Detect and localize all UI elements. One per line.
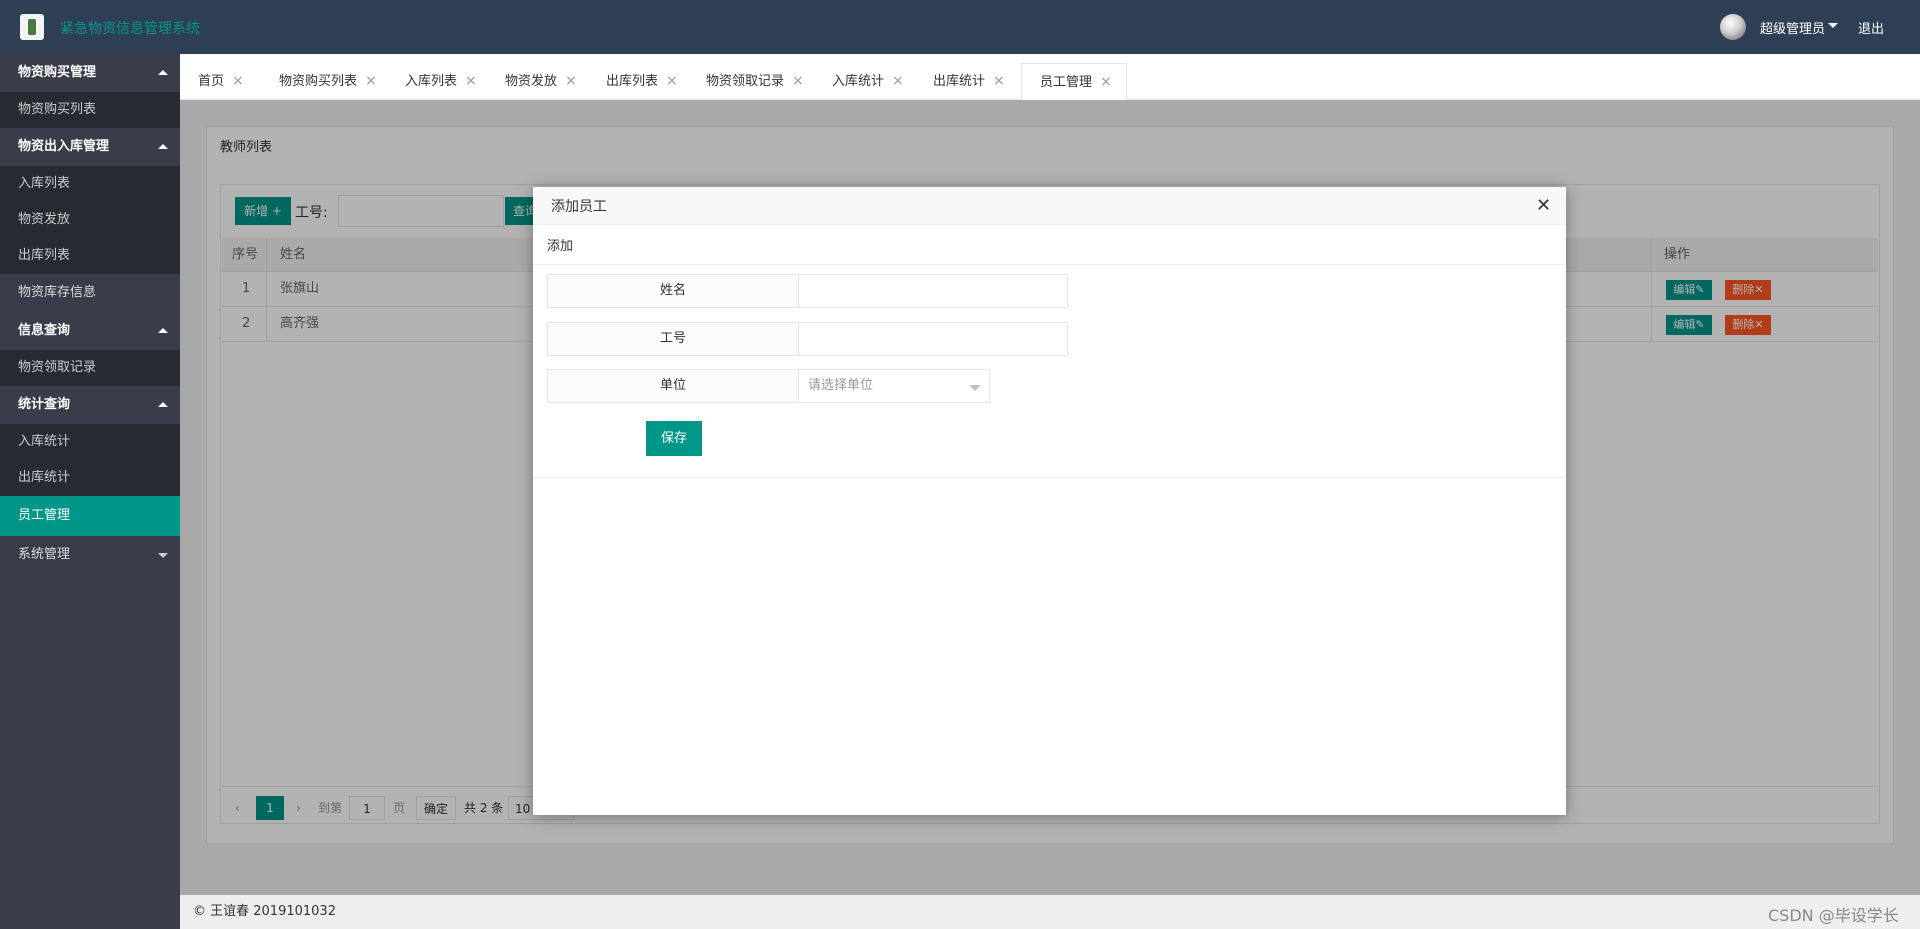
sidebar-item-distribution[interactable]: 物资发放 [0,202,180,238]
name-field[interactable] [798,274,1068,308]
tab-receive-records[interactable]: 物资领取记录 × [688,63,804,100]
tab-stock-in-list[interactable]: 入库列表 × [387,63,477,100]
user-menu-name[interactable]: 超级管理员 [1760,18,1825,37]
tab-staff[interactable]: 员工管理 × [1021,63,1127,100]
close-icon[interactable]: × [465,73,477,89]
logout-link[interactable]: 退出 [1858,18,1884,37]
name-label: 姓名 [547,274,799,308]
sidebar-item-stock-out-list[interactable]: 出库列表 [0,238,180,274]
sidebar-submenu: 入库列表 物资发放 出库列表 [0,166,180,274]
tab-stock-out-stats[interactable]: 出库统计 × [915,63,1005,100]
app-logo [20,14,44,40]
watermark: CSDN @毕设学长 [1768,906,1899,925]
sidebar-group-label: 物资库存信息 [18,285,97,300]
close-icon[interactable]: × [365,73,377,89]
tab-home[interactable]: 首页 × [180,63,244,100]
sidebar-group-statistics[interactable]: 统计查询 [0,386,180,424]
close-icon[interactable]: × [1100,74,1112,90]
tab-distribution[interactable]: 物资发放 × [487,63,577,100]
sidebar-group-system[interactable]: 系统管理 [0,536,180,574]
save-button[interactable]: 保存 [646,421,702,456]
sidebar-item-stock-in-stats[interactable]: 入库统计 [0,424,180,460]
footer [180,895,1920,929]
sidebar-group-label: 物资购买管理 [18,65,97,80]
sidebar-item-stock-in-list[interactable]: 入库列表 [0,166,180,202]
divider [533,477,1566,478]
sidebar-group-purchase[interactable]: 物资购买管理 [0,54,180,92]
sidebar-submenu: 入库统计 出库统计 [0,424,180,496]
staff-id-label: 工号 [547,322,799,356]
modal-subtitle: 添加 [547,239,574,254]
close-icon[interactable]: × [565,73,577,89]
tab-purchase-list[interactable]: 物资购买列表 × [261,63,377,100]
top-header: 紧急物资信息管理系统 超级管理员 退出 [0,0,1920,54]
tab-label: 出库统计 [933,74,986,89]
tab-label: 物资购买列表 [279,74,358,89]
tab-label: 入库列表 [405,74,458,89]
add-staff-modal: 添加员工 ✕ 添加 姓名 工号 单位 请选择单位 保存 [533,187,1566,815]
tab-stock-in-stats[interactable]: 入库统计 × [814,63,904,100]
caret-up-icon [158,144,168,149]
sidebar-item-staff[interactable]: 员工管理 [0,496,180,536]
close-icon[interactable]: × [232,73,244,89]
tab-label: 员工管理 [1040,75,1093,90]
sidebar-item-inventory[interactable]: 物资库存信息 [0,274,180,312]
tab-bar: 首页 × 物资购买列表 × 入库列表 × 物资发放 × 出库列表 × 物资领取记录 × 入库… [180,54,1920,100]
modal-title: 添加员工 [551,199,607,215]
unit-select-placeholder: 请选择单位 [808,378,874,393]
close-icon[interactable]: × [892,73,904,89]
divider [533,264,1566,265]
app-title: 紧急物资信息管理系统 [60,21,200,37]
sidebar-submenu: 物资购买列表 [0,92,180,128]
sidebar-group-query[interactable]: 信息查询 [0,312,180,350]
close-icon[interactable]: ✕ [1536,195,1551,216]
chevron-down-icon [969,385,981,391]
sidebar-item-purchase-list[interactable]: 物资购买列表 [0,92,180,128]
unit-label: 单位 [547,369,799,403]
user-avatar[interactable] [1720,14,1746,40]
unit-select[interactable]: 请选择单位 [798,369,990,403]
chevron-down-icon[interactable] [1828,23,1838,28]
footer-copyright: © 王谊春 2019101032 [193,904,336,919]
caret-down-icon [158,553,168,558]
caret-up-icon [158,402,168,407]
tab-label: 物资发放 [505,74,558,89]
tab-stock-out-list[interactable]: 出库列表 × [588,63,678,100]
caret-up-icon [158,328,168,333]
sidebar-group-label: 统计查询 [18,397,71,412]
sidebar: 物资购买管理 物资购买列表 物资出入库管理 入库列表 物资发放 出库列表 物资库… [0,54,180,929]
tab-label: 首页 [198,74,225,89]
sidebar-group-label: 物资出入库管理 [18,139,110,154]
sidebar-item-stock-out-stats[interactable]: 出库统计 [0,460,180,496]
close-icon[interactable]: × [666,73,678,89]
modal-header: 添加员工 ✕ [533,187,1566,225]
close-icon[interactable]: × [792,73,804,89]
tab-label: 入库统计 [832,74,885,89]
staff-id-field[interactable] [798,322,1068,356]
tab-label: 出库列表 [606,74,659,89]
sidebar-group-inout[interactable]: 物资出入库管理 [0,128,180,166]
sidebar-item-receive-records[interactable]: 物资领取记录 [0,350,180,386]
sidebar-submenu: 物资领取记录 [0,350,180,386]
tab-label: 物资领取记录 [706,74,785,89]
sidebar-group-label: 系统管理 [18,547,71,562]
caret-up-icon [158,70,168,75]
sidebar-group-label: 信息查询 [18,323,71,338]
close-icon[interactable]: × [993,73,1005,89]
